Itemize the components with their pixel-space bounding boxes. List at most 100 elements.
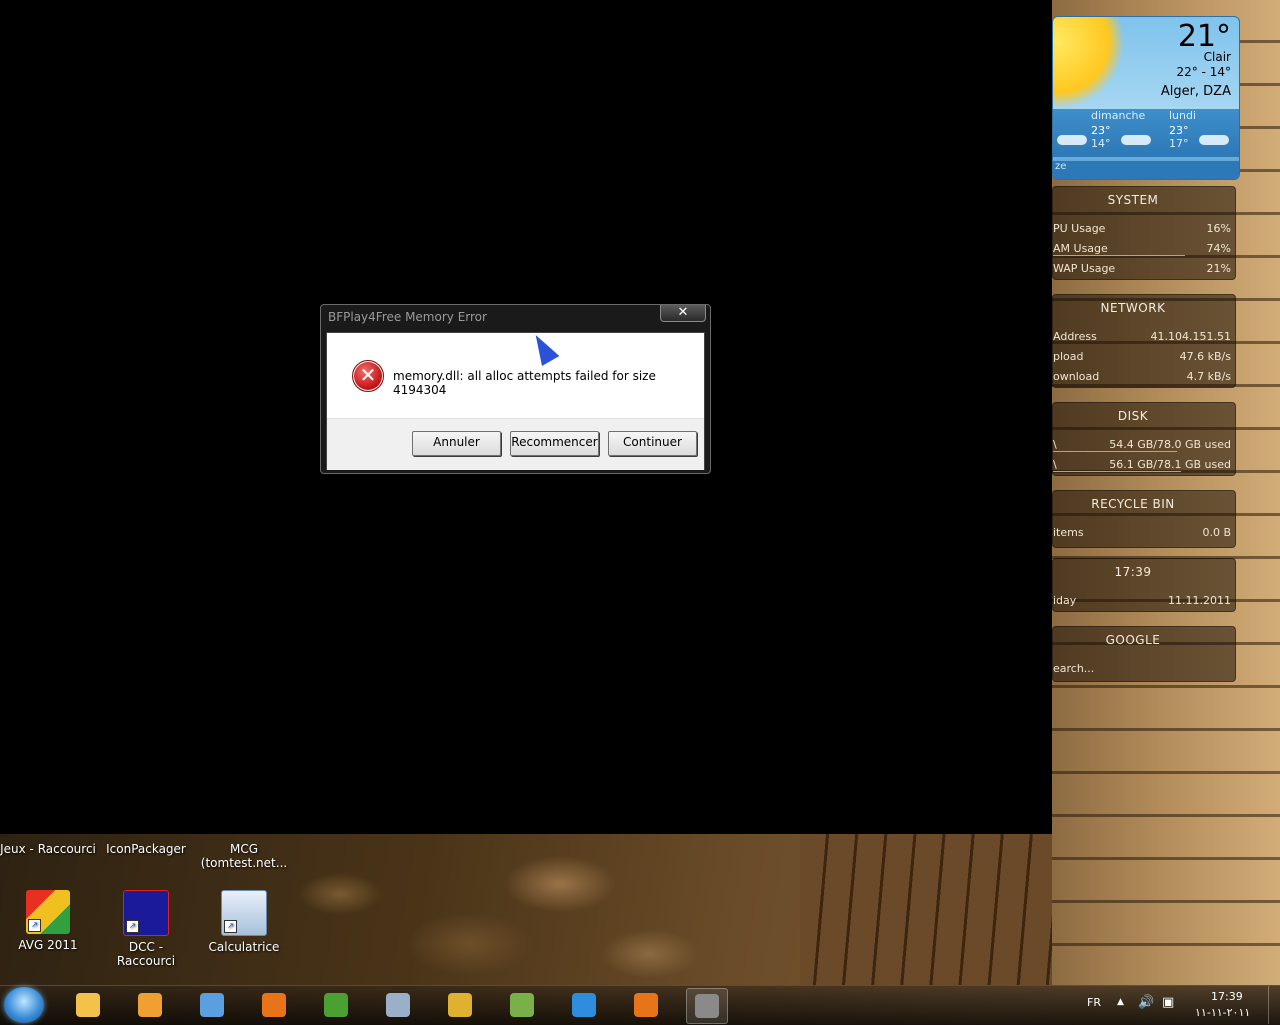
windows-start-icon[interactable] xyxy=(4,987,44,1023)
continue-button[interactable]: Continuer xyxy=(608,431,697,456)
desktop-icon-iconpackager[interactable]: IconPackager xyxy=(98,842,194,856)
sun-icon xyxy=(1053,17,1123,107)
satellite-dish-icon: ↗ xyxy=(123,890,169,936)
shortcut-arrow-icon: ↗ xyxy=(126,920,139,933)
shortcut-arrow-icon: ↗ xyxy=(224,920,237,933)
show-desktop-button[interactable] xyxy=(1268,986,1280,1024)
row-label: AM Usage xyxy=(1053,242,1108,255)
taskbar-app[interactable] xyxy=(68,988,108,1022)
message-area: ✕ memory.dll: all alloc attempts failed … xyxy=(327,333,704,418)
network-tray-icon[interactable]: ▣ xyxy=(1162,995,1174,1010)
desktop-icon-avg[interactable]: ↗ AVG 2011 xyxy=(0,890,96,952)
button-area: Annuler Recommencer Continuer xyxy=(327,418,704,470)
row-label: pload xyxy=(1053,350,1084,363)
weather-gadget[interactable]: 21° Clair 22° - 14° Alger, DZA dimanche … xyxy=(1052,16,1240,180)
panel-title: NETWORK xyxy=(1100,301,1166,315)
row-value: 54.4 GB/78.0 GB used xyxy=(1109,438,1231,451)
row-value: 74% xyxy=(1206,242,1231,255)
internet-explorer-icon xyxy=(572,993,596,1017)
disk-panel: DISK \ 54.4 GB/78.0 GB used \ 56.1 GB/78… xyxy=(1052,402,1236,476)
error-message: memory.dll: all alloc attempts failed fo… xyxy=(393,369,656,397)
row-label: \ xyxy=(1053,438,1057,451)
row-value: 21% xyxy=(1206,262,1231,275)
taskbar-app[interactable] xyxy=(502,988,542,1022)
forecast-day-name: dimanche xyxy=(1091,109,1146,122)
calculator-icon: ↗ xyxy=(221,890,267,936)
media-player-icon xyxy=(138,993,162,1017)
window-icon xyxy=(695,994,719,1018)
dialog-title: BFPlay4Free Memory Error xyxy=(328,310,487,324)
weather-city: Alger, DZA xyxy=(1160,84,1231,99)
row-label: WAP Usage xyxy=(1053,262,1116,275)
wallpaper-planks xyxy=(800,834,1052,985)
disk-usage-bar xyxy=(1053,471,1181,472)
folder-tool-icon xyxy=(448,993,472,1017)
weather-condition: Clair xyxy=(1203,50,1231,64)
panel-title: GOOGLE xyxy=(1105,633,1161,647)
row-label: ownload xyxy=(1053,370,1100,383)
row-value: 41.104.151.51 xyxy=(1150,330,1231,343)
clock-time: 17:39 xyxy=(1114,565,1152,579)
taskbar-app[interactable] xyxy=(378,988,418,1022)
taskbar-app-active[interactable] xyxy=(686,988,728,1024)
system-panel: SYSTEM PU Usage 16% AM Usage 74% WAP Usa… xyxy=(1052,186,1236,280)
taskbar-app[interactable] xyxy=(130,988,170,1022)
ram-usage-bar xyxy=(1053,255,1185,256)
desktop-icon-label: AVG 2011 xyxy=(18,938,78,952)
network-panel: NETWORK Address 41.104.151.51 pload 47.6… xyxy=(1052,294,1236,388)
search-tool-icon xyxy=(510,993,534,1017)
network-icon xyxy=(200,993,224,1017)
row-value: 4.7 kB/s xyxy=(1186,370,1231,383)
row-label: Address xyxy=(1053,330,1097,343)
tray-time[interactable]: 17:39 xyxy=(1211,990,1243,1003)
retry-button[interactable]: Recommencer xyxy=(510,431,599,456)
taskbar-app[interactable] xyxy=(254,988,294,1022)
installer-icon xyxy=(386,993,410,1017)
taskbar: FR ▲ 🔊 ▣ 17:39 ٢٠١١-١١-١١ xyxy=(0,985,1280,1025)
error-dialog: BFPlay4Free Memory Error ✕ ✕ memory.dll:… xyxy=(320,304,711,474)
cloud-icon xyxy=(1121,135,1151,145)
weather-temperature: 21° xyxy=(1177,19,1231,54)
taskbar-app[interactable] xyxy=(192,988,232,1022)
row-value: 0.0 B xyxy=(1202,526,1231,539)
show-hidden-icons-icon[interactable]: ▲ xyxy=(1117,997,1124,1007)
taskbar-app[interactable] xyxy=(564,988,604,1022)
row-label: \ xyxy=(1053,458,1057,471)
desktop-icon-jeux[interactable]: Jeux - Raccourci xyxy=(0,842,96,856)
weather-footer[interactable]: ze xyxy=(1053,161,1239,179)
forecast-day: lundi 23° 17° xyxy=(1169,109,1196,150)
forecast-day-name: lundi xyxy=(1169,109,1197,122)
panel-title: DISK xyxy=(1117,409,1149,423)
shortcut-arrow-icon: ↗ xyxy=(28,919,41,932)
desktop-icon-mcg[interactable]: MCG (tomtest.net... xyxy=(196,842,292,870)
panel-title: RECYCLE BIN xyxy=(1091,497,1175,511)
row-value: 47.6 kB/s xyxy=(1179,350,1231,363)
row-label: PU Usage xyxy=(1053,222,1106,235)
cancel-button[interactable]: Annuler xyxy=(412,431,501,456)
language-indicator[interactable]: FR xyxy=(1087,996,1101,1009)
row-value: 16% xyxy=(1206,222,1231,235)
cloud-icon xyxy=(1199,135,1229,145)
taskbar-app[interactable] xyxy=(440,988,480,1022)
dialog-body: ✕ memory.dll: all alloc attempts failed … xyxy=(326,332,705,470)
google-search-input[interactable]: earch... xyxy=(1053,662,1231,675)
row-label: items xyxy=(1053,526,1084,539)
desktop-icon-label: Calculatrice xyxy=(208,940,280,954)
desktop-icon-dcc[interactable]: ↗ DCC - Raccourci xyxy=(98,890,194,968)
close-button[interactable]: ✕ xyxy=(660,305,706,322)
volume-icon[interactable]: 🔊 xyxy=(1138,995,1154,1010)
row-value: 56.1 GB/78.1 GB used xyxy=(1109,458,1231,471)
desktop-icon-label: MCG (tomtest.net... xyxy=(200,842,288,870)
desktop-icon-label: DCC - Raccourci xyxy=(116,940,176,968)
cloud-icon xyxy=(1057,135,1087,145)
clock-day: iday xyxy=(1053,594,1077,607)
avg-icon: ↗ xyxy=(26,890,70,934)
desktop-icon-label: IconPackager xyxy=(106,842,186,856)
weather-forecast: dimanche 23° 14° lundi 23° 17° xyxy=(1053,109,1239,157)
desktop-icon-calculatrice[interactable]: ↗ Calculatrice xyxy=(196,890,292,954)
tray-date[interactable]: ٢٠١١-١١-١١ xyxy=(1195,1006,1250,1019)
recycle-bin-panel[interactable]: RECYCLE BIN items 0.0 B xyxy=(1052,490,1236,548)
taskbar-app[interactable] xyxy=(316,988,356,1022)
taskbar-app[interactable] xyxy=(626,988,666,1022)
panel-title: SYSTEM xyxy=(1107,193,1159,207)
